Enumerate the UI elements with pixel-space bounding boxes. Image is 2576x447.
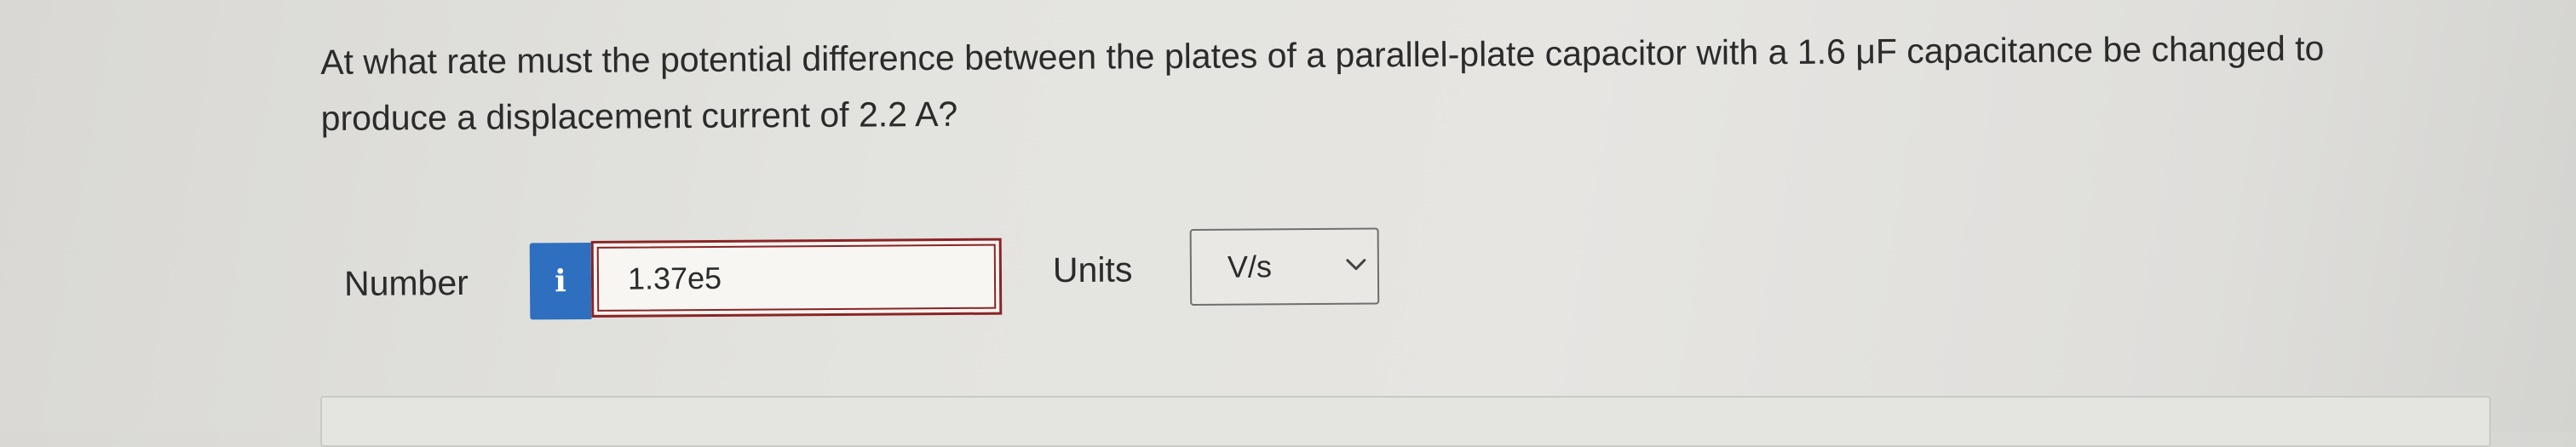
number-input-container [590,238,1003,318]
info-button[interactable]: i [529,242,592,320]
number-label: Number [343,262,469,303]
units-select[interactable]: V/s [1189,227,1380,307]
number-input[interactable] [596,244,997,312]
units-selected-value: V/s [1227,249,1273,284]
chevron-down-icon [1346,259,1366,271]
next-panel-edge [320,396,2491,447]
units-label: Units [1052,249,1133,290]
answer-row: Number i Units V/s [0,0,2576,434]
info-icon: i [555,263,566,300]
